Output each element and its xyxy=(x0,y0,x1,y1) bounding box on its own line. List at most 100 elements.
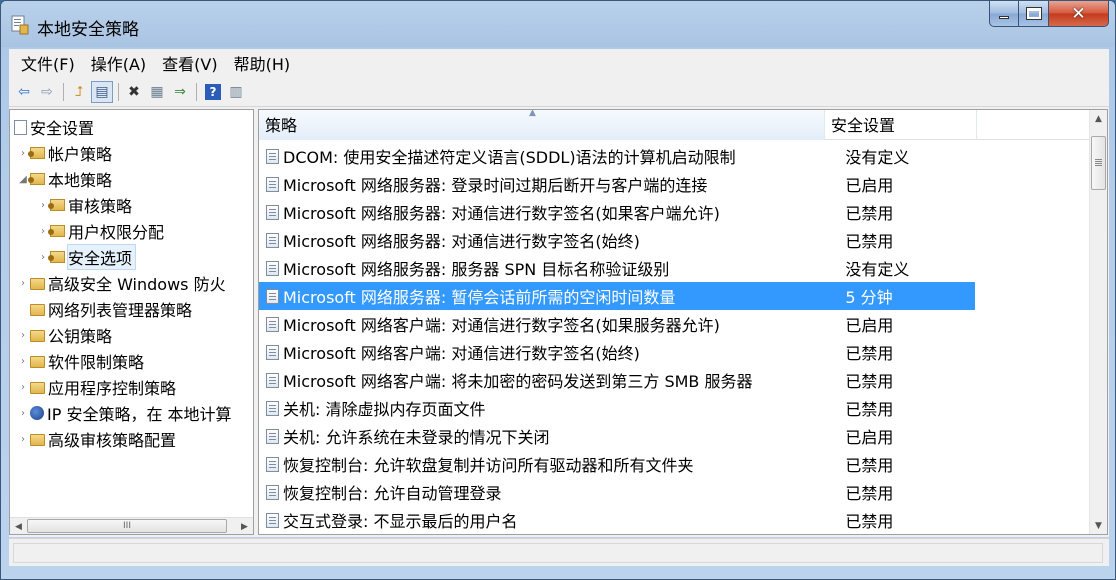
back-button[interactable]: ⇦ xyxy=(13,81,35,103)
scroll-down-icon[interactable]: ▼ xyxy=(1090,517,1107,534)
policy-icon xyxy=(266,232,279,248)
folder-icon xyxy=(30,278,45,290)
scroll-left-icon[interactable]: ◀ xyxy=(10,518,27,534)
tree-item-account-policy[interactable]: › 帐户策略 xyxy=(16,140,112,166)
delete-button[interactable]: ✖ xyxy=(123,81,145,103)
expand-arrow-icon[interactable]: › xyxy=(16,408,30,419)
table-row[interactable]: 恢复控制台: 允许软盘复制并访问所有驱动器和所有文件夹 已禁用 xyxy=(259,450,975,478)
tree-item-local-policy[interactable]: ◢ 本地策略 xyxy=(16,166,112,192)
table-row[interactable]: DCOM: 使用安全描述符定义语言(SDDL)语法的计算机启动限制 没有定义 xyxy=(259,142,975,170)
title-bar[interactable]: 本地安全策略 ✕ xyxy=(1,1,1115,47)
expand-arrow-icon[interactable]: › xyxy=(16,434,30,445)
policy-setting: 已启用 xyxy=(845,316,894,335)
list-vertical-scrollbar[interactable]: ▲ ▼ xyxy=(1089,110,1107,534)
folder-icon xyxy=(30,382,45,394)
forward-arrow-icon: ⇨ xyxy=(41,83,53,100)
policy-name: Microsoft 网络客户端: 对通信进行数字签名(如果服务器允许) xyxy=(283,316,720,335)
menu-help[interactable]: 帮助(H) xyxy=(226,51,299,75)
expand-arrow-icon[interactable]: › xyxy=(16,278,30,289)
forward-button[interactable]: ⇨ xyxy=(36,81,58,103)
scrollbar-thumb[interactable] xyxy=(1091,136,1106,190)
table-row[interactable]: 关机: 允许系统在未登录的情况下关闭 已启用 xyxy=(259,422,975,450)
table-row[interactable]: Microsoft 网络客户端: 将未加密的密码发送到第三方 SMB 服务器 已… xyxy=(259,366,975,394)
tree-item-advanced-audit[interactable]: › 高级审核策略配置 xyxy=(16,426,176,452)
menu-action[interactable]: 操作(A) xyxy=(83,51,154,75)
expand-arrow-icon[interactable]: › xyxy=(16,356,30,367)
tree-item-security-options[interactable]: › 安全选项 xyxy=(36,244,137,270)
scrollbar-thumb[interactable]: III xyxy=(27,519,227,533)
table-row[interactable]: 交互式登录: 不显示最后的用户名 已禁用 xyxy=(259,506,975,534)
tree-item-label: 软件限制策略 xyxy=(48,353,145,372)
tree-item-firewall[interactable]: › 高级安全 Windows 防火 xyxy=(16,270,226,296)
up-one-level-button[interactable]: ⮥ xyxy=(68,81,90,103)
table-row-selected[interactable]: Microsoft 网络服务器: 暂停会话前所需的空闲时间数量 5 分钟 xyxy=(259,282,975,310)
column-header-policy[interactable]: ▲ 策略 xyxy=(259,110,825,140)
policy-name: Microsoft 网络服务器: 服务器 SPN 目标名称验证级别 xyxy=(283,260,670,279)
export-list-button[interactable]: ⇒ xyxy=(169,81,191,103)
tree-item-label: 审核策略 xyxy=(68,197,133,216)
show-hide-tree-icon: ▤ xyxy=(95,83,109,100)
policy-icon xyxy=(266,204,279,220)
table-row[interactable]: Microsoft 网络服务器: 对通信进行数字签名(始终) 已禁用 xyxy=(259,226,975,254)
folder-icon xyxy=(30,330,45,342)
close-button[interactable]: ✕ xyxy=(1049,1,1109,27)
caption-buttons: ✕ xyxy=(989,1,1109,31)
table-row[interactable]: Microsoft 网络服务器: 登录时间过期后断开与客户端的连接 已启用 xyxy=(259,170,975,198)
table-row[interactable]: Microsoft 网络客户端: 对通信进行数字签名(始终) 已禁用 xyxy=(259,338,975,366)
tree-item-network-list[interactable]: 网络列表管理器策略 xyxy=(16,296,192,322)
policy-setting: 已禁用 xyxy=(845,232,894,251)
tree-pane: 安全设置 › 帐户策略 ◢ 本地策略 › 审核策略 › 用户权限分配 › 安全选… xyxy=(9,109,254,535)
list-header: ▲ 策略 安全设置 xyxy=(259,110,1089,140)
status-bar xyxy=(9,538,1109,566)
tree-item-root[interactable]: 安全设置 xyxy=(14,114,94,140)
close-icon: ✕ xyxy=(1071,3,1086,24)
menu-file[interactable]: 文件(F) xyxy=(13,51,83,75)
main-content: 安全设置 › 帐户策略 ◢ 本地策略 › 审核策略 › 用户权限分配 › 安全选… xyxy=(9,107,1109,537)
delete-icon: ✖ xyxy=(128,83,140,100)
table-row[interactable]: Microsoft 网络客户端: 对通信进行数字签名(如果服务器允许) 已启用 xyxy=(259,310,975,338)
policy-name: 恢复控制台: 允许自动管理登录 xyxy=(283,484,502,503)
column-label: 安全设置 xyxy=(831,116,896,135)
tree-item-audit-policy[interactable]: › 审核策略 xyxy=(36,192,132,218)
up-folder-icon: ⮥ xyxy=(74,83,84,100)
maximize-button[interactable] xyxy=(1019,1,1049,27)
policy-name: 关机: 允许系统在未登录的情况下关闭 xyxy=(283,428,550,447)
scroll-up-icon[interactable]: ▲ xyxy=(1090,110,1107,127)
folder-icon xyxy=(30,434,45,446)
tree-item-label: 公钥策略 xyxy=(48,327,113,346)
tree-item-software-restriction[interactable]: › 软件限制策略 xyxy=(16,348,144,374)
expand-arrow-icon[interactable]: › xyxy=(16,330,30,341)
table-row[interactable]: 关机: 清除虚拟内存页面文件 已禁用 xyxy=(259,394,975,422)
network-policy-icon xyxy=(30,406,44,420)
tree-horizontal-scrollbar[interactable]: ◀ III ▶ xyxy=(10,517,253,534)
tree-item-app-control[interactable]: › 应用程序控制策略 xyxy=(16,374,176,400)
folder-key-icon xyxy=(48,199,65,211)
table-row[interactable]: Microsoft 网络服务器: 服务器 SPN 目标名称验证级别 没有定义 xyxy=(259,254,975,282)
expand-arrow-icon[interactable]: › xyxy=(16,382,30,393)
properties-button[interactable]: ▦ xyxy=(146,81,168,103)
table-row[interactable]: 恢复控制台: 允许自动管理登录 已禁用 xyxy=(259,478,975,506)
policy-name: Microsoft 网络客户端: 对通信进行数字签名(始终) xyxy=(283,344,640,363)
scroll-right-icon[interactable]: ▶ xyxy=(236,518,253,534)
minimize-button[interactable] xyxy=(989,1,1019,27)
policy-name: DCOM: 使用安全描述符定义语言(SDDL)语法的计算机启动限制 xyxy=(283,148,736,167)
column-header-empty[interactable] xyxy=(977,110,1089,140)
help-button[interactable]: ? xyxy=(205,83,221,100)
tree-item-user-rights[interactable]: › 用户权限分配 xyxy=(36,218,164,244)
menu-view[interactable]: 查看(V) xyxy=(154,51,225,75)
tree-item-label: 用户权限分配 xyxy=(68,223,165,242)
local-security-policy-icon xyxy=(11,15,29,35)
tree-item-ip-security[interactable]: › IP 安全策略，在 本地计算 xyxy=(16,400,232,426)
tree-item-public-key[interactable]: › 公钥策略 xyxy=(16,322,112,348)
policy-name: Microsoft 网络服务器: 对通信进行数字签名(如果客户端允许) xyxy=(283,204,720,223)
column-header-setting[interactable]: 安全设置 xyxy=(825,110,977,140)
show-hide-tree-button[interactable]: ▤ xyxy=(91,80,113,103)
policy-icon xyxy=(266,344,279,360)
status-cell xyxy=(13,543,1103,563)
policy-icon xyxy=(266,512,279,528)
view-button[interactable]: ▥ xyxy=(225,81,247,103)
minimize-icon xyxy=(999,16,1009,19)
policy-list-pane: ▲ 策略 安全设置 DCOM: 使用安全描述符定义语言(SDDL)语法的计算机启… xyxy=(258,109,1108,535)
policy-setting: 没有定义 xyxy=(845,260,910,279)
table-row[interactable]: Microsoft 网络服务器: 对通信进行数字签名(如果客户端允许) 已禁用 xyxy=(259,198,975,226)
